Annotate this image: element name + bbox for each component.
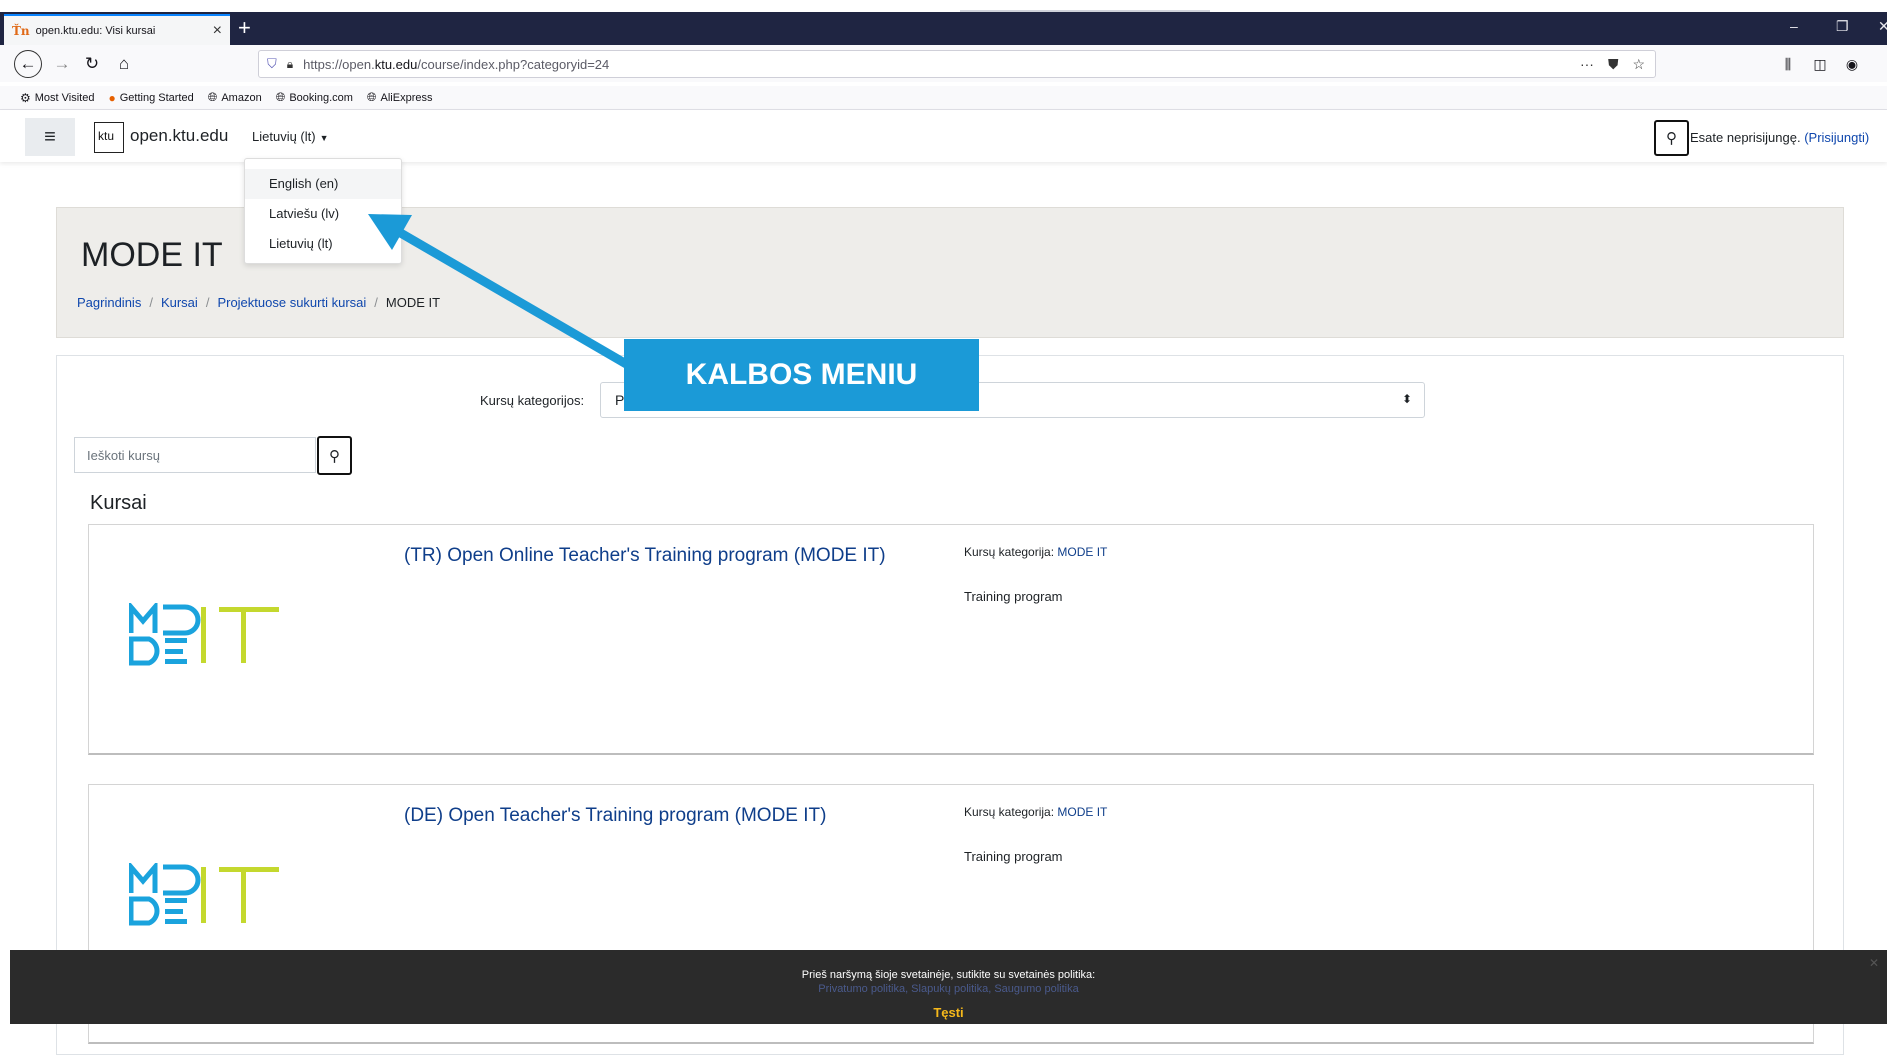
header-search-icon[interactable]: ⚲ bbox=[1654, 120, 1689, 156]
tab-title: open.ktu.edu: Visi kursai bbox=[35, 24, 156, 37]
bookmark-aliexpress[interactable]: 🌐︎ AliExpress bbox=[367, 90, 433, 105]
course-summary: Training program bbox=[964, 849, 1063, 864]
course-search-icon[interactable]: ⚲ bbox=[317, 436, 352, 475]
course-category: Kursų kategorija: MODE IT bbox=[964, 805, 1108, 819]
lock-icon[interactable]: 🔒︎ bbox=[287, 57, 293, 72]
language-option-lt[interactable]: Lietuvių (lt) bbox=[245, 229, 401, 259]
bookmark-star-icon[interactable]: ☆ bbox=[1632, 56, 1645, 73]
cookie-policy-links[interactable]: Privatumo politika, Slapukų politika, Sa… bbox=[10, 983, 1887, 995]
breadcrumb-courses[interactable]: Kursai bbox=[161, 295, 198, 310]
sidebar-icon[interactable]: ◫ bbox=[1806, 50, 1834, 78]
language-option-lv[interactable]: Latviešu (lv) bbox=[245, 199, 401, 229]
course-name-link[interactable]: (TR) Open Online Teacher's Training prog… bbox=[404, 545, 886, 567]
tracking-shield-icon[interactable]: ⛉ bbox=[267, 56, 277, 72]
course-category: Kursų kategorija: MODE IT bbox=[964, 545, 1108, 559]
close-icon[interactable]: ✕ bbox=[1869, 956, 1879, 970]
close-tab-icon[interactable]: × bbox=[213, 22, 222, 40]
window-top-strip bbox=[0, 0, 1887, 12]
site-name-link[interactable]: open.ktu.edu bbox=[130, 126, 228, 146]
course-search-input[interactable]: Ieškoti kursų bbox=[74, 437, 316, 473]
page-actions-icon[interactable]: ··· bbox=[1580, 56, 1594, 73]
reload-icon[interactable]: ↻ bbox=[78, 50, 106, 78]
login-info: Esate neprisijungę. (Prisijungti) bbox=[1690, 130, 1870, 145]
course-category-link[interactable]: MODE IT bbox=[1057, 545, 1107, 559]
cookie-consent-bar: ✕ Prieš naršymą šioje svetainėje, sutiki… bbox=[10, 950, 1887, 1024]
firefox-icon: ● bbox=[108, 90, 116, 105]
language-option-en[interactable]: English (en) bbox=[245, 169, 401, 199]
courses-heading: Kursai bbox=[90, 492, 147, 514]
globe-icon: 🌐︎ bbox=[207, 90, 218, 104]
close-window-icon[interactable]: ✕ bbox=[1878, 18, 1887, 35]
browser-tab[interactable]: Ťn open.ktu.edu: Visi kursai × bbox=[4, 14, 230, 45]
language-menu-toggle[interactable]: Lietuvių (lt) ▼ bbox=[252, 129, 329, 144]
bookmark-booking[interactable]: 🌐︎ Booking.com bbox=[276, 90, 353, 105]
breadcrumb-current[interactable]: MODE IT bbox=[386, 295, 440, 310]
bookmark-amazon[interactable]: 🌐︎ Amazon bbox=[208, 90, 262, 105]
ktu-favicon-icon: Ťn bbox=[12, 23, 30, 38]
back-arrow-icon[interactable]: ← bbox=[14, 50, 42, 78]
mode-it-logo[interactable] bbox=[129, 603, 309, 667]
login-link[interactable]: (Prisijungti) bbox=[1804, 130, 1869, 145]
ktu-logo[interactable]: ktu bbox=[94, 122, 124, 153]
bookmark-most-visited[interactable]: ⚙ Most Visited bbox=[20, 91, 94, 105]
cookie-text: Prieš naršymą šioje svetainėje, sutikite… bbox=[801, 969, 1096, 981]
bookmark-getting-started[interactable]: ● Getting Started bbox=[108, 91, 193, 105]
library-icon[interactable]: ⫼ bbox=[1774, 50, 1802, 78]
minimize-icon[interactable]: – bbox=[1790, 18, 1798, 34]
globe-icon: 🌐︎ bbox=[366, 90, 377, 104]
browser-titlebar bbox=[0, 12, 1887, 45]
mode-it-logo[interactable] bbox=[129, 863, 309, 927]
page-title: MODE IT bbox=[81, 236, 223, 274]
language-dropdown: English (en) Latviešu (lv) Lietuvių (lt) bbox=[244, 158, 402, 264]
url-text: https://open.ktu.edu/course/index.php?ca… bbox=[303, 56, 610, 72]
course-card: (TR) Open Online Teacher's Training prog… bbox=[88, 524, 1814, 755]
course-summary: Training program bbox=[964, 589, 1063, 604]
pocket-icon[interactable]: ⛊ bbox=[1608, 56, 1619, 73]
select-arrows-icon: ⬍ bbox=[1401, 392, 1412, 406]
forward-arrow-icon[interactable]: → bbox=[48, 50, 76, 78]
address-bar[interactable]: ⛉ 🔒︎ https://open.ktu.edu/course/index.p… bbox=[258, 50, 1656, 78]
category-label: Kursų kategorijos: bbox=[480, 393, 585, 408]
cookie-continue-button[interactable]: Tęsti bbox=[10, 1005, 1887, 1020]
breadcrumb-project-courses[interactable]: Projektuose sukurti kursai bbox=[217, 295, 366, 310]
gear-icon: ⚙ bbox=[20, 90, 31, 105]
home-icon[interactable]: ⌂ bbox=[110, 50, 138, 78]
menu-toggle-icon[interactable]: ≡ bbox=[25, 118, 75, 156]
course-category-link[interactable]: MODE IT bbox=[1057, 805, 1107, 819]
bookmarks-toolbar: ⚙ Most Visited ● Getting Started 🌐︎ Amazon … bbox=[0, 86, 1887, 110]
caret-down-icon: ▼ bbox=[319, 133, 329, 143]
restore-icon[interactable]: ❐ bbox=[1836, 18, 1849, 35]
annotation-callout: KALBOS MENIU bbox=[624, 339, 979, 411]
new-tab-button[interactable]: + bbox=[238, 16, 251, 40]
globe-icon: 🌐︎ bbox=[275, 90, 286, 104]
breadcrumb: Pagrindinis / Kursai / Projektuose sukurti k… bbox=[77, 295, 441, 310]
course-name-link[interactable]: (DE) Open Teacher's Training program (MO… bbox=[404, 805, 826, 827]
account-icon[interactable]: ◉ bbox=[1838, 50, 1866, 78]
site-header: ≡ ktu open.ktu.edu Lietuvių (lt) ▼ ⚲ Esat… bbox=[0, 110, 1887, 162]
breadcrumb-home[interactable]: Pagrindinis bbox=[77, 295, 141, 310]
